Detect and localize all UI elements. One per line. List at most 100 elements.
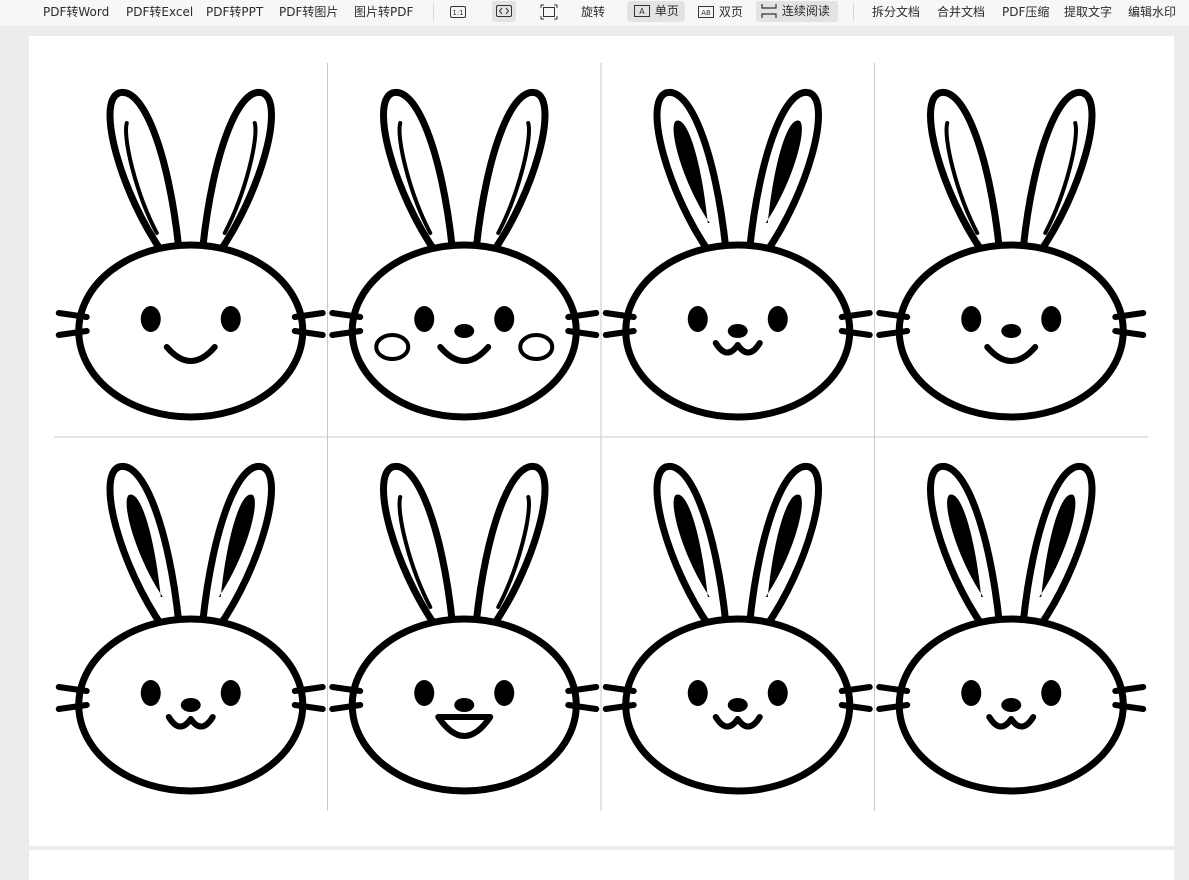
bunny-whisker xyxy=(838,684,873,694)
bunny-whisker xyxy=(565,310,600,320)
fit-width-button[interactable] xyxy=(492,1,516,22)
bunny-eye xyxy=(767,680,788,706)
bunny-whisker xyxy=(55,328,90,338)
single-page-label: 单页 xyxy=(654,4,679,18)
bunny-eye xyxy=(1041,306,1062,332)
bunny-eye xyxy=(494,680,515,706)
bunny-whisker xyxy=(602,702,637,712)
bunny-whisker xyxy=(838,310,873,320)
pdf-to-excel-button[interactable]: PDF转Excel xyxy=(126,0,193,26)
bunny-ear xyxy=(380,462,456,631)
bunny-face-sheet xyxy=(54,63,1148,811)
bunny-whisker xyxy=(1112,702,1147,712)
bunny-face xyxy=(55,88,326,421)
bunny-eye xyxy=(1041,680,1062,706)
bunny-whisker xyxy=(602,328,637,338)
bunny-whisker xyxy=(1112,328,1147,338)
bunny-ear xyxy=(472,88,549,257)
double-page-icon: AB xyxy=(698,5,714,18)
bunny-ear xyxy=(380,88,456,257)
bunny-eye xyxy=(961,680,982,706)
bunny-whisker xyxy=(291,702,326,712)
merge-document-button[interactable]: 合并文档 xyxy=(937,0,985,26)
pdf-to-word-button[interactable]: PDF转Word xyxy=(43,0,109,26)
document-page xyxy=(29,36,1174,846)
bunny-ear xyxy=(927,88,1003,257)
continuous-reading-label: 连续阅读 xyxy=(781,4,830,18)
bunny-eye xyxy=(494,306,515,332)
pdf-to-image-button[interactable]: PDF转图片 xyxy=(279,0,338,26)
fit-width-icon xyxy=(496,4,512,17)
bunny-whisker xyxy=(876,702,911,712)
bunny-face xyxy=(602,462,873,795)
next-document-page xyxy=(29,850,1174,880)
continuous-reading-button[interactable]: 连续阅读 xyxy=(756,1,838,22)
bunny-whisker xyxy=(565,702,600,712)
rotate-button[interactable]: 旋转 xyxy=(581,0,605,26)
fit-page-icon xyxy=(540,4,558,19)
bunny-nose xyxy=(1001,324,1022,338)
bunny-whisker xyxy=(329,702,364,712)
bunny-ear xyxy=(1019,88,1096,257)
edit-watermark-button[interactable]: 编辑水印 xyxy=(1128,0,1176,26)
actual-size-button[interactable]: 1:1 xyxy=(449,0,467,26)
image-to-pdf-button[interactable]: 图片转PDF xyxy=(354,0,413,26)
bunny-whisker xyxy=(1112,310,1147,320)
double-page-button[interactable]: AB 双页 xyxy=(697,0,743,26)
bunny-whisker xyxy=(291,310,326,320)
bunny-whisker xyxy=(291,684,326,694)
toolbar-divider xyxy=(433,3,434,21)
bunny-whisker xyxy=(876,684,911,694)
bunny-ear xyxy=(199,88,275,257)
one-to-one-icon: 1:1 xyxy=(450,5,466,18)
bunny-eye xyxy=(767,306,788,332)
bunny-face xyxy=(876,462,1147,795)
bunny-whisker xyxy=(329,684,364,694)
pdf-to-ppt-button[interactable]: PDF转PPT xyxy=(206,0,263,26)
bunny-nose xyxy=(1001,698,1022,712)
bunny-nose xyxy=(727,324,748,338)
bunny-eye xyxy=(414,306,435,332)
bunny-whisker xyxy=(291,328,326,338)
continuous-reading-icon xyxy=(761,3,777,18)
bunny-cheek xyxy=(374,333,411,361)
bunny-whisker xyxy=(55,684,90,694)
bunny-whisker xyxy=(838,328,873,338)
bunny-eye xyxy=(140,680,161,706)
bunny-whisker xyxy=(602,310,637,320)
bunny-eye xyxy=(961,306,982,332)
bunny-eye xyxy=(140,306,161,332)
bunny-face xyxy=(876,88,1147,421)
bunny-nose xyxy=(727,698,748,712)
svg-text:AB: AB xyxy=(701,9,711,17)
bunny-whisker xyxy=(876,328,911,338)
bunny-face xyxy=(329,88,600,421)
bunny-face xyxy=(602,88,873,421)
bunny-eye xyxy=(414,680,435,706)
bunny-whisker xyxy=(602,684,637,694)
bunny-whisker xyxy=(838,702,873,712)
bunny-eye xyxy=(220,680,241,706)
single-page-icon: A xyxy=(634,4,650,17)
bunny-ear xyxy=(472,462,549,631)
bunny-nose xyxy=(180,698,201,712)
bunny-eye xyxy=(220,306,241,332)
toolbar-divider xyxy=(853,3,854,21)
bunny-whisker xyxy=(876,310,911,320)
toolbar: PDF转Word PDF转Excel PDF转PPT PDF转图片 图片转PDF… xyxy=(0,0,1189,26)
bunny-head xyxy=(75,241,307,421)
fit-page-button[interactable] xyxy=(540,0,558,26)
extract-text-button[interactable]: 提取文字 xyxy=(1064,0,1112,26)
bunny-whisker xyxy=(1112,684,1147,694)
single-page-button[interactable]: A 单页 xyxy=(627,1,685,22)
bunny-whisker xyxy=(565,328,600,338)
bunny-nose xyxy=(454,698,475,712)
pdf-compress-button[interactable]: PDF压缩 xyxy=(1002,0,1049,26)
bunny-whisker xyxy=(329,328,364,338)
bunny-cheek xyxy=(518,333,555,361)
bunny-whisker xyxy=(55,310,90,320)
bunny-eye xyxy=(687,306,708,332)
split-document-button[interactable]: 拆分文档 xyxy=(872,0,920,26)
svg-text:1:1: 1:1 xyxy=(452,9,463,17)
bunny-nose xyxy=(454,324,475,338)
